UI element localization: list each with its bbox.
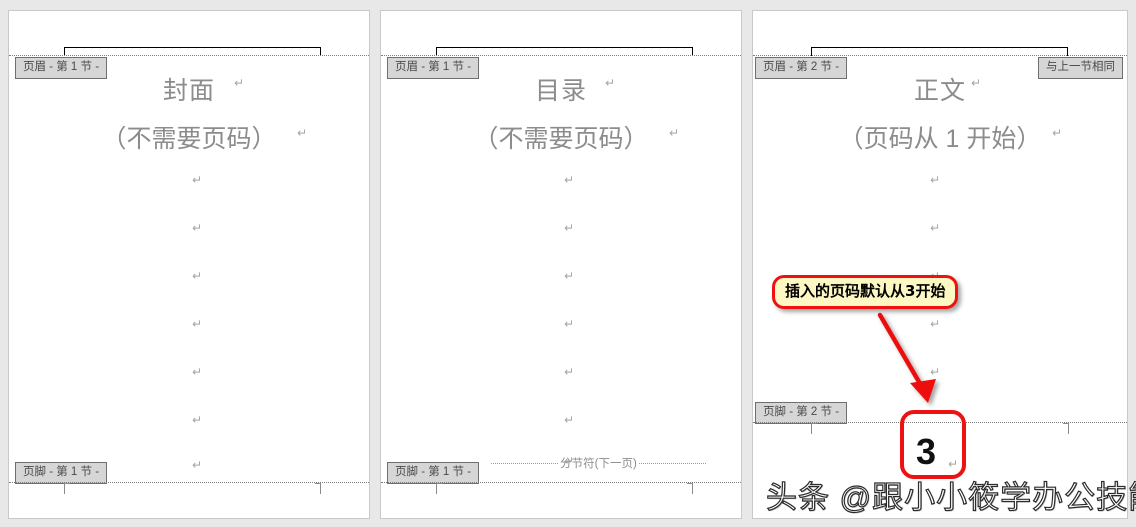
page-title-page-1: 封面 [162,77,215,105]
margin-corner-mark [64,483,70,494]
document-page-1[interactable]: 页眉 - 第 1 节 - 封面 ↵ （不需要页码） ↵ ↵ ↵ ↵ ↵ ↵ ↵ … [8,10,370,519]
header-boundary-line-page-1 [9,55,369,56]
paragraph-mark: ↵ [564,365,575,379]
footer-section-tag-page-2[interactable]: 页脚 - 第 1 节 - [387,462,480,484]
paragraph-mark: ↵ [564,173,575,187]
section-break-marker: 分节符(下一页) [491,455,707,471]
footer-section-tag-page-1[interactable]: 页脚 - 第 1 节 - [15,462,108,484]
header-boundary-line-page-2 [381,55,741,56]
section-break-dash-right [638,462,707,464]
paragraph-mark: ↵ [930,317,941,331]
paragraph-mark: ↵ [192,221,203,235]
paragraph-mark: ↵ [192,269,203,283]
paragraph-mark: ↵ [564,269,575,283]
paragraph-mark: ↵ [192,458,203,472]
header-rule-page-1 [64,47,321,56]
paragraph-mark: ↵ [930,365,941,379]
footer-section-tag-page-3[interactable]: 页脚 - 第 2 节 - [755,402,848,424]
paragraph-mark: ↵ [192,317,203,331]
paragraph-mark: ↵ [192,173,203,187]
annotation-callout-bubble: 插入的页码默认从3开始 [772,275,959,309]
margin-corner-mark [811,423,817,434]
paragraph-mark: ↵ [192,413,203,427]
watermark-text: 头条 @跟小小筱学办公技能 [765,480,1136,515]
paragraph-mark: ↵ [930,221,941,235]
paragraph-mark: ↵ [297,126,308,140]
paragraph-mark: ↵ [669,126,680,140]
header-rule-page-3 [811,47,1068,56]
section-break-label: 分节符(下一页) [560,458,637,470]
paragraph-mark: ↵ [564,221,575,235]
paragraph-mark: ↵ [564,317,575,331]
margin-corner-mark [436,483,442,494]
margin-corner-mark [1063,423,1069,434]
paragraph-mark: ↵ [971,76,982,90]
paragraph-mark: ↵ [605,76,616,90]
document-workspace: 页眉 - 第 1 节 - 封面 ↵ （不需要页码） ↵ ↵ ↵ ↵ ↵ ↵ ↵ … [0,0,1136,527]
page-subtitle-page-3: （页码从 1 开始） [838,125,1042,153]
annotation-page-number-highlight [900,410,966,479]
document-page-2[interactable]: 页眉 - 第 1 节 - 目录 ↵ （不需要页码） ↵ ↵ ↵ ↵ ↵ ↵ ↵ … [380,10,742,519]
page-title-page-3: 正文 [913,77,966,105]
page-title-page-2: 目录 [534,77,587,105]
paragraph-mark: ↵ [1052,126,1063,140]
section-break-dash-left [491,462,559,464]
paragraph-mark: ↵ [192,365,203,379]
margin-corner-mark [315,483,321,494]
header-boundary-line-page-3 [753,55,1127,56]
paragraph-mark: ↵ [930,173,941,187]
header-rule-page-2 [436,47,693,56]
page-subtitle-page-1: （不需要页码） [101,125,277,153]
page-subtitle-page-2: （不需要页码） [473,125,649,153]
paragraph-mark: ↵ [564,413,575,427]
paragraph-mark: ↵ [234,76,245,90]
margin-corner-mark [687,483,693,494]
